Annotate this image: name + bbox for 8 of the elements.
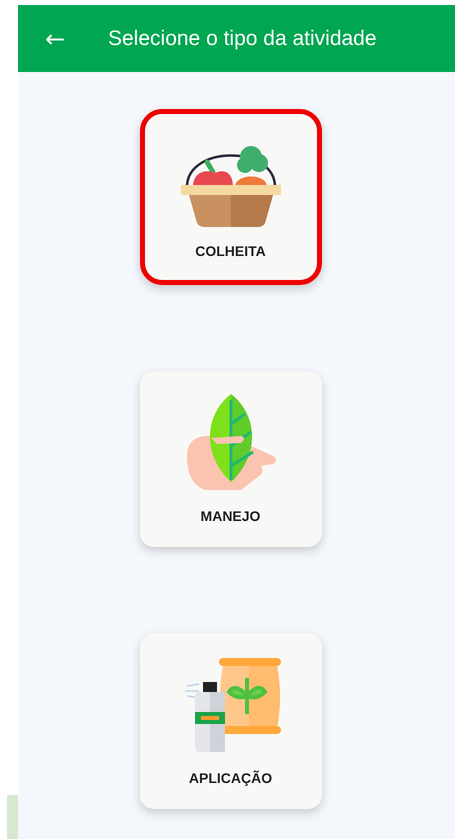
activity-label: MANEJO	[200, 508, 260, 524]
activity-label: APLICAÇÃO	[188, 770, 272, 786]
activity-card[interactable]: COLHEITA	[140, 109, 322, 285]
activity-card[interactable]: APLICAÇÃO	[140, 633, 322, 809]
activity-card[interactable]: MANEJO	[140, 371, 322, 547]
activity-label: COLHEITA	[195, 243, 266, 259]
background-strip	[7, 795, 18, 839]
page-title: Selecione o tipo da atividade	[108, 26, 377, 50]
